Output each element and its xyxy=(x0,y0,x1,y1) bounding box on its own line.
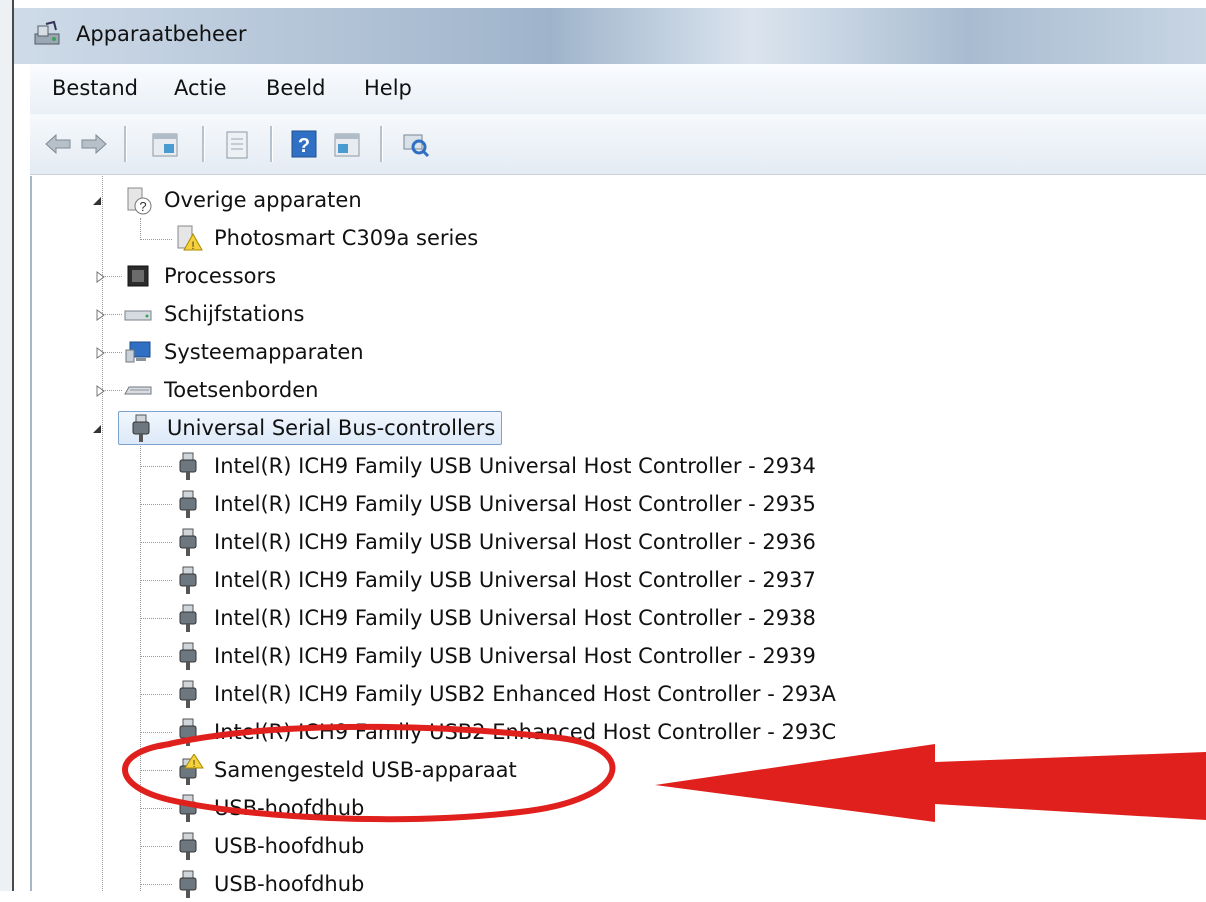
toolbar-separator xyxy=(270,126,273,162)
usb-icon xyxy=(179,604,197,632)
usb-icon xyxy=(179,832,197,860)
tree-item-usb-child[interactable]: USB-hoofdhub xyxy=(172,790,364,826)
disk-drive-icon xyxy=(124,310,152,321)
tree-item-label: Overige apparaten xyxy=(164,188,362,212)
tree-item-keyboards[interactable]: Toetsenborden xyxy=(122,372,318,408)
tree-item-label: Intel(R) ICH9 Family USB2 Enhanced Host … xyxy=(214,682,836,706)
tree-item-disk-drives[interactable]: Schijfstations xyxy=(122,296,304,332)
device-manager-icon xyxy=(34,20,60,45)
svg-text:!: ! xyxy=(193,759,196,770)
expand-arrow-icon[interactable] xyxy=(94,384,108,398)
tree-item-label: Photosmart C309a series xyxy=(214,226,479,250)
scan-hardware-changes-icon[interactable] xyxy=(398,126,432,162)
usb-icon xyxy=(179,718,197,746)
menu-bar: Bestand Actie Beeld Help xyxy=(30,64,1206,115)
usb-icon xyxy=(179,642,197,670)
menu-actie[interactable]: Actie xyxy=(174,76,227,100)
tree-item-label: Toetsenborden xyxy=(164,378,319,402)
tree-item-usb-child[interactable]: Intel(R) ICH9 Family USB2 Enhanced Host … xyxy=(172,714,836,750)
expand-arrow-icon[interactable] xyxy=(94,346,108,360)
usb-icon xyxy=(179,528,197,556)
tree-item-label: Intel(R) ICH9 Family USB Universal Host … xyxy=(214,568,816,592)
device-tree[interactable]: ? Overige apparaten ! Photosmart C309a s… xyxy=(30,176,1206,898)
tree-item-other-devices[interactable]: ? Overige apparaten xyxy=(122,182,362,218)
forward-icon[interactable] xyxy=(78,126,110,162)
tree-item-usb-child[interactable]: USB-hoofdhub xyxy=(172,828,364,864)
window-left-edge xyxy=(0,0,14,891)
title-bar[interactable]: Apparaatbeheer xyxy=(14,8,1206,64)
tree-item-label: Intel(R) ICH9 Family USB Universal Host … xyxy=(214,492,816,516)
tree-item-label: USB-hoofdhub xyxy=(214,796,365,820)
tree-item-label: USB-hoofdhub xyxy=(214,834,365,858)
usb-icon xyxy=(179,794,197,822)
warning-device-icon: ! xyxy=(177,225,203,252)
properties-icon[interactable] xyxy=(220,126,254,162)
tree-item-usb-child[interactable]: Intel(R) ICH9 Family USB Universal Host … xyxy=(172,486,816,522)
tree-item-label: Schijfstations xyxy=(164,302,305,326)
tree-item-system-devices[interactable]: Systeemapparaten xyxy=(122,334,364,370)
tree-item-usb-child[interactable]: Intel(R) ICH9 Family USB Universal Host … xyxy=(172,600,816,636)
toolbar-separator xyxy=(202,126,205,162)
unknown-device-icon: ? xyxy=(127,187,152,215)
usb-icon xyxy=(179,490,197,518)
action-pane-icon[interactable] xyxy=(330,126,364,162)
tree-item-usb-controllers[interactable]: Universal Serial Bus-controllers xyxy=(118,410,503,446)
expand-arrow-icon[interactable] xyxy=(94,308,108,322)
show-hide-console-tree-icon[interactable] xyxy=(148,126,182,162)
collapse-arrow-icon[interactable] xyxy=(90,422,104,436)
tree-item-label: Intel(R) ICH9 Family USB2 Enhanced Host … xyxy=(214,720,837,744)
tree-item-label: Intel(R) ICH9 Family USB Universal Host … xyxy=(214,454,816,478)
tree-item-usb-child[interactable]: Intel(R) ICH9 Family USB Universal Host … xyxy=(172,448,816,484)
selected-highlight: Universal Serial Bus-controllers xyxy=(118,411,503,445)
tree-item-usb-child[interactable]: Intel(R) ICH9 Family USB2 Enhanced Host … xyxy=(172,676,836,712)
tree-item-composite-usb-device[interactable]: ! Samengesteld USB-apparaat xyxy=(172,752,517,788)
menu-help[interactable]: Help xyxy=(364,76,412,100)
svg-text:?: ? xyxy=(298,135,310,157)
tree-item-label: Intel(R) ICH9 Family USB Universal Host … xyxy=(214,644,816,668)
tree-item-label: Intel(R) ICH9 Family USB Universal Host … xyxy=(214,606,816,630)
svg-text:!: ! xyxy=(191,240,194,252)
tree-item-label: Intel(R) ICH9 Family USB Universal Host … xyxy=(214,530,816,554)
tree-item-usb-child[interactable]: Intel(R) ICH9 Family USB Universal Host … xyxy=(172,638,816,674)
tree-item-label: USB-hoofdhub xyxy=(214,872,365,896)
tree-item-processors[interactable]: Processors xyxy=(122,258,276,294)
expand-arrow-icon[interactable] xyxy=(94,270,108,284)
collapse-arrow-icon[interactable] xyxy=(90,194,104,208)
tree-item-label: Processors xyxy=(164,264,277,288)
tree-item-photosmart[interactable]: ! Photosmart C309a series xyxy=(172,220,478,256)
processor-icon xyxy=(127,265,149,287)
toolbar-separator xyxy=(124,126,127,162)
menu-beeld[interactable]: Beeld xyxy=(266,76,325,100)
tree-item-usb-child[interactable]: USB-hoofdhub xyxy=(172,866,364,902)
tree-item-label: Samengesteld USB-apparaat xyxy=(214,758,517,782)
usb-icon xyxy=(179,452,197,480)
keyboard-icon xyxy=(124,386,152,395)
usb-icon xyxy=(179,566,197,594)
toolbar: ? xyxy=(30,114,1206,175)
usb-icon xyxy=(132,414,150,442)
back-icon[interactable] xyxy=(42,126,74,162)
menu-bestand[interactable]: Bestand xyxy=(52,76,138,100)
device-manager-window: Apparaatbeheer Bestand Actie Beeld Help xyxy=(0,0,1206,898)
usb-icon xyxy=(179,870,197,898)
svg-text:?: ? xyxy=(139,199,146,214)
usb-icon xyxy=(179,680,197,708)
toolbar-separator xyxy=(380,126,383,162)
tree-item-label: Universal Serial Bus-controllers xyxy=(167,416,496,440)
window-title: Apparaatbeheer xyxy=(76,22,247,46)
system-device-icon xyxy=(125,341,151,363)
help-icon[interactable]: ? xyxy=(288,126,320,162)
tree-item-label: Systeemapparaten xyxy=(164,340,364,364)
tree-item-usb-child[interactable]: Intel(R) ICH9 Family USB Universal Host … xyxy=(172,524,816,560)
warning-usb-icon: ! xyxy=(179,754,204,785)
tree-item-usb-child[interactable]: Intel(R) ICH9 Family USB Universal Host … xyxy=(172,562,816,598)
